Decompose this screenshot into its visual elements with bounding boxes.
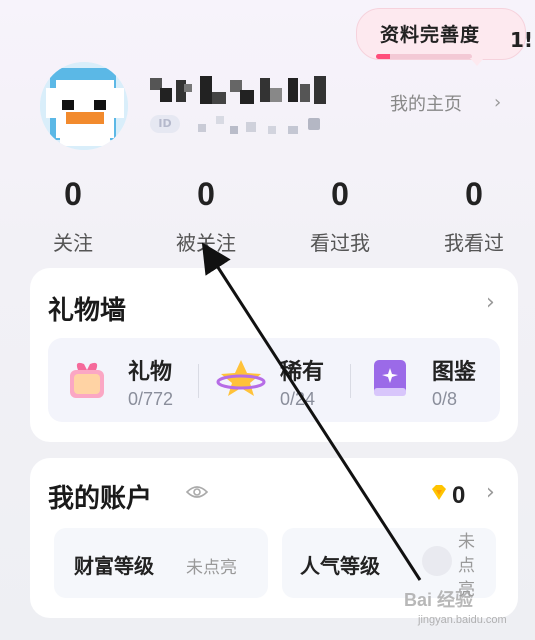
gift-category-count: 0/772 [128, 389, 174, 409]
wealth-level-title: 财富等级 [74, 554, 154, 578]
gift-category-count: 0/24 [280, 389, 316, 409]
stat-followers-label: 被关注 [176, 231, 236, 255]
chevron-right-icon[interactable]: › [486, 290, 495, 315]
username-obscured [150, 70, 330, 110]
divider [198, 364, 199, 398]
my-homepage-link[interactable]: 我的主页 [390, 90, 462, 116]
stat-visitors-label: 看过我 [310, 231, 370, 255]
stat-visited-label: 我看过 [444, 231, 504, 255]
watermark-logo: Bai 经验 [404, 590, 474, 610]
diamond-coin-icon [430, 484, 448, 502]
account-title: 我的账户 [48, 484, 153, 514]
stat-visited-count: 0 [465, 176, 483, 212]
gift-category-name[interactable]: 图鉴 [432, 354, 476, 386]
star-planet-icon [216, 356, 266, 404]
book-icon [370, 356, 410, 404]
avatar[interactable] [40, 62, 128, 150]
gift-box-icon [66, 356, 108, 404]
user-id-obscured [190, 114, 330, 140]
stat-following-label: 关注 [53, 231, 93, 255]
stat-visitors-count: 0 [331, 176, 349, 212]
stat-followers[interactable]: 0 被关注 [151, 176, 261, 256]
gift-category-name[interactable]: 礼物 [128, 354, 172, 386]
wealth-level-status: 未点亮 [186, 558, 237, 578]
gift-category-name[interactable]: 稀有 [280, 354, 324, 386]
popularity-level-icon [422, 546, 452, 576]
stat-visited[interactable]: 0 我看过 [419, 176, 529, 256]
stat-following[interactable]: 0 关注 [18, 176, 128, 256]
chevron-right-icon[interactable]: › [494, 92, 501, 113]
id-badge: ID [150, 115, 180, 133]
profile-completeness-bar-fill [376, 54, 391, 59]
profile-completeness-label: 资料完善度 [380, 24, 481, 46]
stat-following-count: 0 [64, 176, 82, 212]
eye-icon[interactable] [185, 484, 209, 498]
divider [350, 364, 351, 398]
stat-visitors[interactable]: 0 看过我 [285, 176, 395, 256]
avatar-pixel-art-icon [40, 62, 128, 150]
watermark-url: jingyan.baidu.com [418, 614, 507, 626]
profile-completeness-bar [376, 54, 472, 59]
chevron-right-icon[interactable]: › [486, 480, 495, 505]
profile-completeness-value: 1! [510, 28, 534, 52]
bubble-tail [470, 58, 484, 66]
popularity-level-title: 人气等级 [300, 554, 380, 578]
coin-balance: 0 [452, 482, 466, 509]
gift-wall-title: 礼物墙 [48, 296, 127, 326]
stat-followers-count: 0 [197, 176, 215, 212]
gift-category-count: 0/8 [432, 389, 458, 409]
